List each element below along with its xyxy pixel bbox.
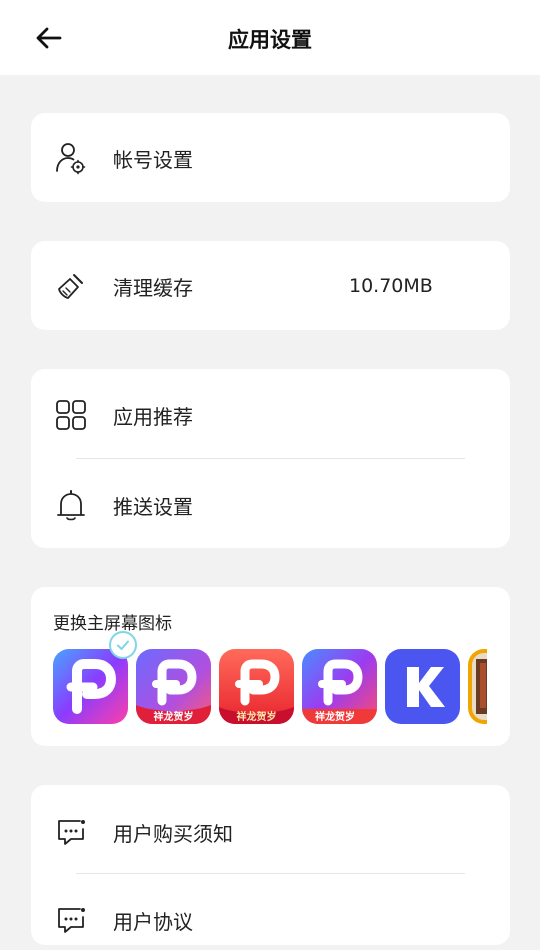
- icon-option-k[interactable]: [385, 649, 460, 724]
- icon-option-photo[interactable]: [468, 649, 487, 724]
- divider: [76, 873, 465, 874]
- message-dots-icon: [53, 814, 89, 850]
- clear-cache-item[interactable]: 清理缓存 10.70MB: [31, 256, 510, 316]
- account-settings-label: 帐号设置: [113, 147, 193, 172]
- page-title: 应用设置: [228, 28, 312, 52]
- icon-option-default[interactable]: [53, 649, 128, 724]
- home-icon-card: 更换主屏幕图标 祥龙贺岁 祥龙贺岁 祥龙贺岁: [31, 587, 510, 746]
- purchase-notice-item[interactable]: 用户购买须知: [31, 802, 510, 862]
- clear-cache-label: 清理缓存: [113, 275, 193, 300]
- festival-badge-text: 祥龙贺岁: [237, 710, 277, 723]
- icon-options-strip[interactable]: 祥龙贺岁 祥龙贺岁 祥龙贺岁: [53, 648, 487, 724]
- user-gear-icon: [53, 140, 89, 176]
- app-options-card: 应用推荐 推送设置: [31, 369, 510, 548]
- purchase-notice-label: 用户购买须知: [113, 821, 233, 846]
- bell-icon: [53, 487, 89, 523]
- grid-icon: [53, 397, 89, 433]
- broom-icon: [53, 268, 89, 304]
- account-card: 帐号设置: [31, 113, 510, 202]
- app-recommend-item[interactable]: 应用推荐: [31, 385, 510, 445]
- user-agreement-item[interactable]: 用户协议: [31, 890, 510, 950]
- message-dots-icon: [53, 902, 89, 938]
- selected-check-icon: [109, 631, 137, 659]
- agreements-card: 用户购买须知 用户协议: [31, 785, 510, 945]
- push-settings-label: 推送设置: [113, 494, 193, 519]
- cache-size-value: 10.70MB: [349, 275, 433, 297]
- festival-badge-text: 祥龙贺岁: [154, 710, 194, 723]
- icon-option-festival-red[interactable]: 祥龙贺岁: [219, 649, 294, 724]
- home-icon-title: 更换主屏幕图标: [53, 614, 172, 634]
- user-agreement-label: 用户协议: [113, 909, 193, 934]
- cache-card: 清理缓存 10.70MB: [31, 241, 510, 330]
- festival-badge-text: 祥龙贺岁: [315, 710, 355, 723]
- divider: [76, 458, 465, 459]
- account-settings-item[interactable]: 帐号设置: [31, 128, 510, 188]
- top-bar: 应用设置: [0, 0, 540, 75]
- push-settings-item[interactable]: 推送设置: [31, 475, 510, 535]
- app-recommend-label: 应用推荐: [113, 404, 193, 429]
- icon-option-festival-blue[interactable]: 祥龙贺岁: [302, 649, 377, 724]
- icon-option-festival-purple[interactable]: 祥龙贺岁: [136, 649, 211, 724]
